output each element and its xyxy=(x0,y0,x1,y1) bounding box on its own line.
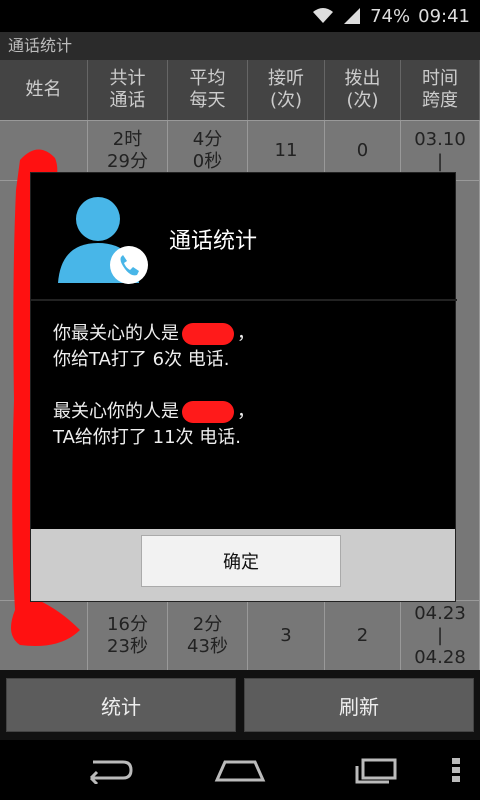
menu-icon[interactable] xyxy=(446,754,466,786)
battery-level: 74% xyxy=(370,5,411,27)
cell-span: 03.10 | xyxy=(401,120,480,180)
message-text: ， xyxy=(237,323,255,344)
redaction-mark xyxy=(182,323,234,345)
cell-outgoing: 0 xyxy=(325,120,401,180)
message-text: 你最关心的人是 xyxy=(53,323,179,344)
wifi-icon xyxy=(312,7,334,25)
cell-outgoing: 2 xyxy=(325,600,401,670)
table-header: 姓名 共计 通话 平均 每天 接听 (次) 拨出 (次) 时间 跨度 xyxy=(0,60,480,120)
app-title: 通话统计 xyxy=(0,32,480,60)
cell-incoming: 11 xyxy=(248,120,325,180)
message-text: ， xyxy=(237,401,255,422)
message-text: TA给你打了 11次 电话. xyxy=(53,427,241,448)
refresh-button[interactable]: 刷新 xyxy=(244,678,474,732)
ok-button[interactable]: 确定 xyxy=(141,535,341,587)
dialog-title: 通话统计 xyxy=(169,229,258,254)
dialog-divider xyxy=(31,299,457,301)
header-span[interactable]: 时间 跨度 xyxy=(401,60,480,120)
header-name[interactable]: 姓名 xyxy=(0,60,88,120)
dialog-message-1: 你最关心的人是 ， 你给TA打了 6次 电话. xyxy=(53,321,433,373)
stats-button[interactable]: 统计 xyxy=(6,678,236,732)
dialog-footer: 确定 xyxy=(31,529,455,601)
redaction-mark xyxy=(182,401,234,423)
header-incoming[interactable]: 接听 (次) xyxy=(248,60,325,120)
cell-total: 16分 23秒 xyxy=(88,600,168,670)
home-icon[interactable] xyxy=(212,754,268,786)
cell-incoming: 3 xyxy=(248,600,325,670)
recents-icon[interactable] xyxy=(348,754,404,786)
header-outgoing[interactable]: 拨出 (次) xyxy=(325,60,401,120)
signal-icon xyxy=(342,7,362,25)
cell-avg: 4分 0秒 xyxy=(168,120,248,180)
stats-dialog: 通话统计 你最关心的人是 ， 你给TA打了 6次 电话. 最关心你的人是 ， TA给… xyxy=(30,172,457,602)
navigation-bar xyxy=(0,740,480,800)
header-avg[interactable]: 平均 每天 xyxy=(168,60,248,120)
contact-phone-icon xyxy=(53,191,153,291)
status-bar: 74% 09:41 xyxy=(0,0,480,32)
header-total[interactable]: 共计 通话 xyxy=(88,60,168,120)
cell-span: 04.23 | 04.28 xyxy=(401,600,480,670)
cell-total: 2时 29分 xyxy=(88,120,168,180)
message-text: 你给TA打了 6次 电话. xyxy=(53,349,230,370)
bottom-button-bar: 统计 刷新 xyxy=(0,670,480,740)
cell-avg: 2分 43秒 xyxy=(168,600,248,670)
clock: 09:41 xyxy=(418,5,470,27)
message-text: 最关心你的人是 xyxy=(53,401,179,422)
dialog-message-2: 最关心你的人是 ， TA给你打了 11次 电话. xyxy=(53,399,433,451)
back-icon[interactable] xyxy=(80,754,136,786)
